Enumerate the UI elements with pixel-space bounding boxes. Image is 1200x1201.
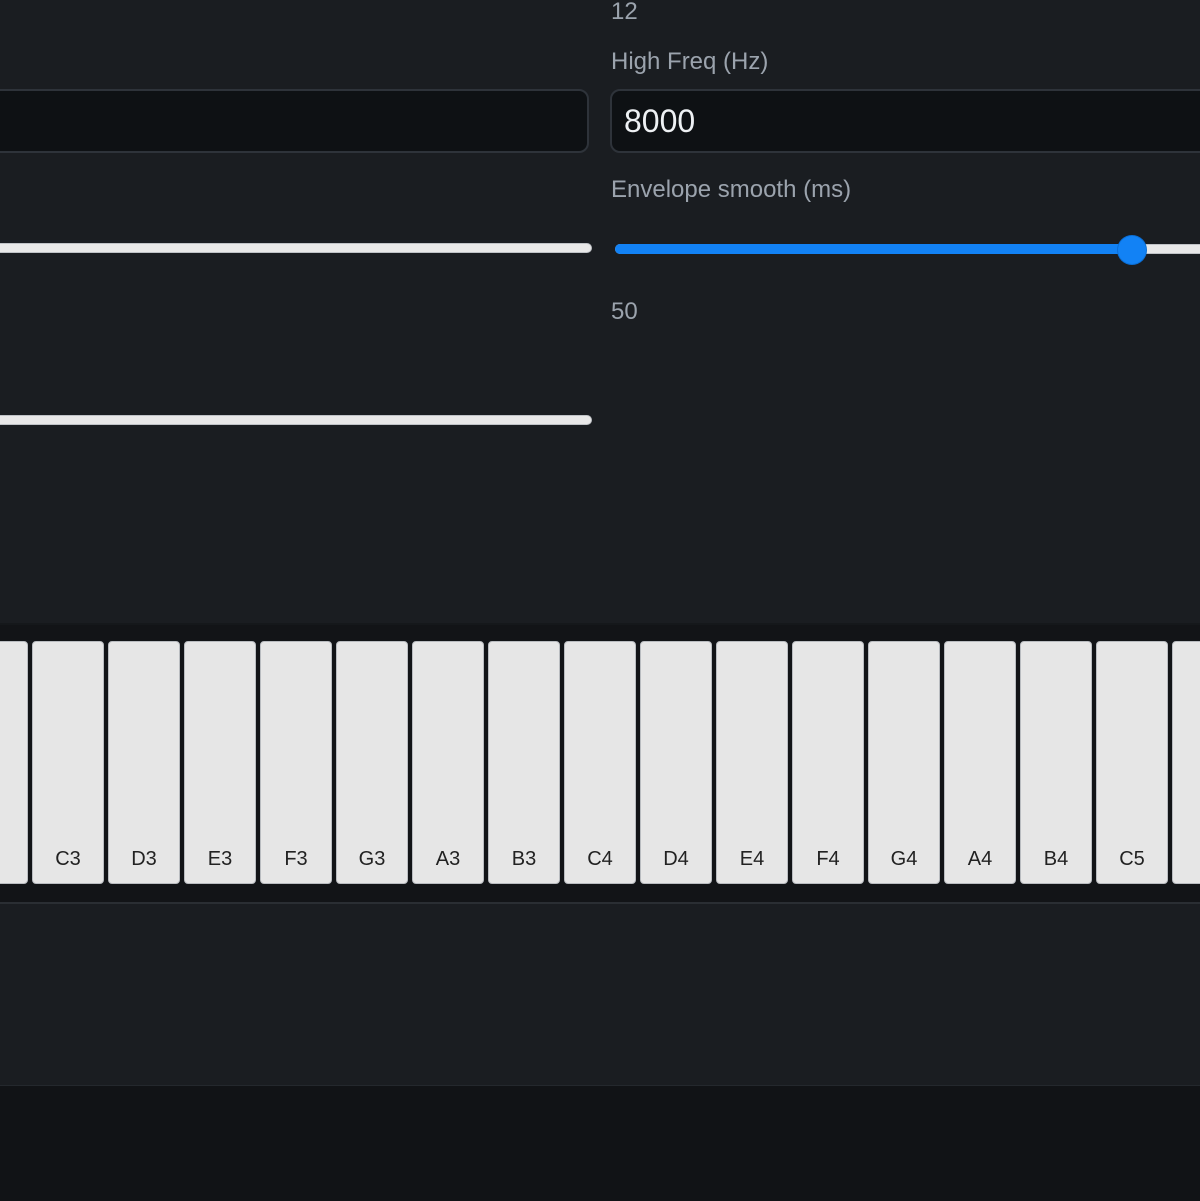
piano-key[interactable]: F4: [792, 641, 864, 884]
left-slider-1[interactable]: [0, 243, 592, 253]
piano-key-label: A4: [967, 848, 993, 870]
piano-key[interactable]: D4: [640, 641, 712, 884]
piano-key-label: C5: [1119, 848, 1145, 870]
piano-key-label: G4: [890, 848, 918, 870]
footer-band: [0, 1085, 1200, 1201]
piano-key-label: A3: [435, 848, 461, 870]
envelope-slider-thumb[interactable]: [1117, 236, 1146, 264]
piano-key[interactable]: D: [1172, 641, 1200, 884]
piano-key-label: F3: [284, 848, 308, 870]
piano-key[interactable]: C4: [564, 641, 636, 884]
piano-key[interactable]: G3: [336, 641, 408, 884]
piano-key[interactable]: C5: [1096, 641, 1168, 884]
piano-key[interactable]: C3: [32, 641, 104, 884]
left-slider-2[interactable]: [0, 415, 592, 425]
piano-key-label: C3: [55, 848, 81, 870]
piano-key[interactable]: A4: [944, 641, 1016, 884]
piano-key[interactable]: A3: [412, 641, 484, 884]
piano-key-label: 2: [0, 849, 27, 869]
piano-key-label: E3: [207, 848, 233, 870]
piano-key[interactable]: F3: [260, 641, 332, 884]
top-value: 12: [611, 0, 638, 25]
piano-key-label: E4: [739, 848, 765, 870]
piano-key-label: G3: [358, 848, 386, 870]
piano-key[interactable]: B4: [1020, 641, 1092, 884]
envelope-smooth-value: 50: [611, 298, 638, 325]
piano-key-label: D3: [131, 848, 157, 870]
piano-key-label: B3: [511, 848, 537, 870]
piano-key-label: D: [1173, 849, 1200, 869]
high-freq-input[interactable]: 8000: [610, 89, 1200, 153]
envelope-slider-fill: [615, 244, 1132, 254]
piano-key-label: F4: [816, 848, 840, 870]
piano-key[interactable]: B3: [488, 641, 560, 884]
high-freq-label: High Freq (Hz): [611, 48, 769, 75]
piano-key-label: B4: [1043, 848, 1069, 870]
piano-key[interactable]: E4: [716, 641, 788, 884]
piano-key[interactable]: 2: [0, 641, 28, 884]
envelope-smooth-label: Envelope smooth (ms): [611, 176, 852, 203]
left-input-field[interactable]: [0, 89, 589, 153]
piano-key[interactable]: D3: [108, 641, 180, 884]
piano-key-label: C4: [587, 848, 613, 870]
piano-key[interactable]: E3: [184, 641, 256, 884]
piano-key[interactable]: G4: [868, 641, 940, 884]
piano-key-label: D4: [663, 848, 689, 870]
